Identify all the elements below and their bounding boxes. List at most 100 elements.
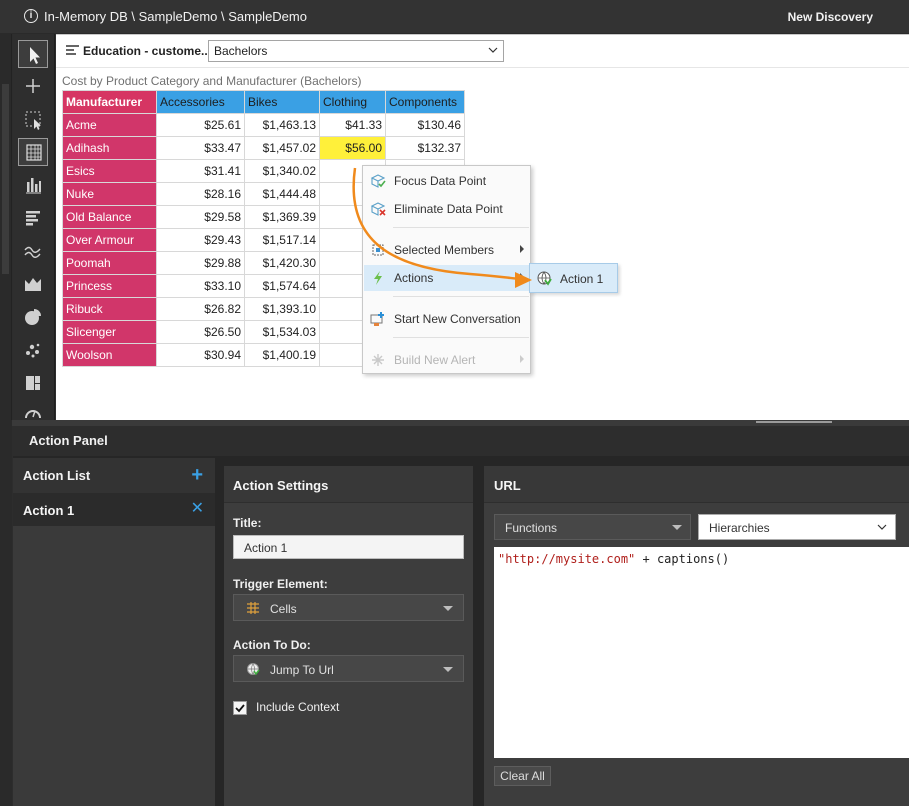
table-cell[interactable]: $33.10	[156, 274, 245, 298]
pointer-icon[interactable]	[18, 40, 48, 68]
visual-toolbar	[13, 34, 55, 420]
start-conversation-item[interactable]: Start New Conversation	[364, 306, 530, 332]
filter-dropdown[interactable]: Bachelors	[208, 40, 504, 62]
row-header-cell[interactable]: Old Balance	[62, 205, 157, 229]
table-cell[interactable]: $29.88	[156, 251, 245, 275]
table-cell[interactable]: $1,420.30	[244, 251, 320, 275]
focus-icon	[370, 174, 386, 188]
splitter-grip[interactable]	[756, 421, 832, 423]
title-bar: i In-Memory DB \ SampleDemo \ SampleDemo…	[0, 0, 909, 34]
table-cell[interactable]: $1,393.10	[244, 297, 320, 321]
globe-icon	[537, 271, 552, 286]
datasource-name[interactable]: Education - custome...	[83, 44, 211, 58]
row-header-cell[interactable]: Princess	[62, 274, 157, 298]
line-chart-icon[interactable]	[18, 237, 48, 265]
url-header: URL	[484, 466, 909, 503]
row-header-cell[interactable]: Over Armour	[62, 228, 157, 252]
row-header-cell[interactable]: Acme	[62, 113, 157, 137]
canvas-header: Education - custome... Bachelors	[56, 35, 909, 68]
table-cell[interactable]: $28.16	[156, 182, 245, 206]
table-cell[interactable]: $41.33	[319, 113, 386, 137]
table-cell[interactable]: $132.37	[385, 136, 465, 160]
new-discovery-button[interactable]: New Discovery	[788, 10, 873, 24]
eliminate-data-point-item[interactable]: Eliminate Data Point	[364, 196, 530, 222]
column-chart-icon[interactable]	[18, 172, 48, 200]
column-header[interactable]: Clothing	[319, 90, 386, 114]
table-cell[interactable]: $1,369.39	[244, 205, 320, 229]
action-1-menu-item[interactable]: Action 1	[529, 263, 618, 293]
chevron-down-icon	[488, 47, 498, 53]
url-expression-editor[interactable]: "http://mysite.com" + captions()	[494, 547, 909, 758]
row-header-cell[interactable]: Woolson	[62, 343, 157, 367]
bar-chart-icon[interactable]	[18, 204, 48, 232]
include-context-checkbox[interactable]	[233, 701, 247, 715]
row-header-cell[interactable]: Poomah	[62, 251, 157, 275]
table-cell[interactable]: $26.82	[156, 297, 245, 321]
column-header[interactable]: Accessories	[156, 90, 245, 114]
row-header-cell[interactable]: Ribuck	[62, 297, 157, 321]
table-cell[interactable]: $31.41	[156, 159, 245, 183]
trigger-dropdown[interactable]: Cells	[233, 594, 464, 621]
action-list-header: Action List +	[13, 458, 215, 493]
action-list: Action List + Action 1 ✕	[13, 458, 215, 806]
treemap-icon[interactable]	[18, 369, 48, 397]
scrollbar-thumb[interactable]	[2, 84, 9, 274]
alert-icon	[372, 354, 384, 366]
area-chart-icon[interactable]	[18, 270, 48, 298]
action-todo-dropdown[interactable]: Jump To Url	[233, 655, 464, 682]
url-panel: URL Functions Hierarchies "http://mysite…	[484, 466, 909, 806]
close-icon[interactable]: ✕	[191, 501, 204, 517]
table-cell[interactable]: $29.43	[156, 228, 245, 252]
pie-chart-icon[interactable]	[18, 303, 48, 331]
column-header[interactable]: Bikes	[244, 90, 320, 114]
table-cell[interactable]: $130.46	[385, 113, 465, 137]
column-header[interactable]: Components	[385, 90, 465, 114]
table-cell[interactable]: $1,457.02	[244, 136, 320, 160]
table-cell[interactable]: $1,574.64	[244, 274, 320, 298]
table-cell[interactable]: $30.94	[156, 343, 245, 367]
select-region-icon[interactable]	[18, 106, 48, 134]
chevron-down-icon	[877, 524, 887, 530]
action-list-item[interactable]: Action 1 ✕	[13, 493, 215, 526]
table-cell[interactable]: $1,517.14	[244, 228, 320, 252]
table-row: Adihash $33.47 $1,457.02 $56.00 $132.37	[62, 136, 465, 160]
conversation-icon	[370, 312, 384, 326]
functions-dropdown[interactable]: Functions	[494, 514, 691, 540]
row-header-cell[interactable]: Adihash	[62, 136, 157, 160]
table-cell[interactable]: $1,400.19	[244, 343, 320, 367]
row-header-cell[interactable]: Slicenger	[62, 320, 157, 344]
url-expression-rest: + captions()	[635, 552, 730, 566]
focus-data-point-item[interactable]: Focus Data Point	[364, 168, 530, 194]
scatter-icon[interactable]	[18, 336, 48, 364]
clear-all-button[interactable]: Clear All	[494, 766, 551, 786]
table-cell[interactable]: $25.61	[156, 113, 245, 137]
submenu-arrow-icon	[520, 273, 524, 281]
table-cell[interactable]: $1,444.48	[244, 182, 320, 206]
row-header-cell[interactable]: Nuke	[62, 182, 157, 206]
table-cell[interactable]: $29.58	[156, 205, 245, 229]
add-icon[interactable]	[18, 72, 48, 100]
info-icon[interactable]: i	[24, 9, 38, 23]
row-header-cell[interactable]: Esics	[62, 159, 157, 183]
table-cell[interactable]: $33.47	[156, 136, 245, 160]
grid-icon[interactable]	[18, 138, 48, 166]
left-scroll-strip	[0, 34, 12, 420]
selected-members-item[interactable]: Selected Members	[364, 237, 530, 263]
trigger-label: Trigger Element:	[233, 577, 328, 591]
title-label: Title:	[233, 516, 262, 530]
left-scroll-strip-lower	[0, 420, 12, 806]
table-cell[interactable]: $26.50	[156, 320, 245, 344]
table-cell[interactable]: $1,534.03	[244, 320, 320, 344]
add-action-button[interactable]: +	[191, 465, 203, 485]
hierarchies-dropdown[interactable]: Hierarchies	[698, 514, 896, 540]
actions-item[interactable]: Actions	[364, 265, 530, 291]
action-settings-header: Action Settings	[224, 466, 473, 503]
table-cell[interactable]: $56.00	[319, 136, 386, 160]
table-cell[interactable]: $1,340.02	[244, 159, 320, 183]
column-header[interactable]: Manufacturer	[62, 90, 157, 114]
url-string-literal: "http://mysite.com"	[498, 552, 636, 566]
context-menu: Focus Data Point Eliminate Data Point Se…	[362, 165, 531, 374]
title-input[interactable]: Action 1	[233, 535, 464, 559]
datasource-icon	[66, 45, 79, 56]
table-cell[interactable]: $1,463.13	[244, 113, 320, 137]
